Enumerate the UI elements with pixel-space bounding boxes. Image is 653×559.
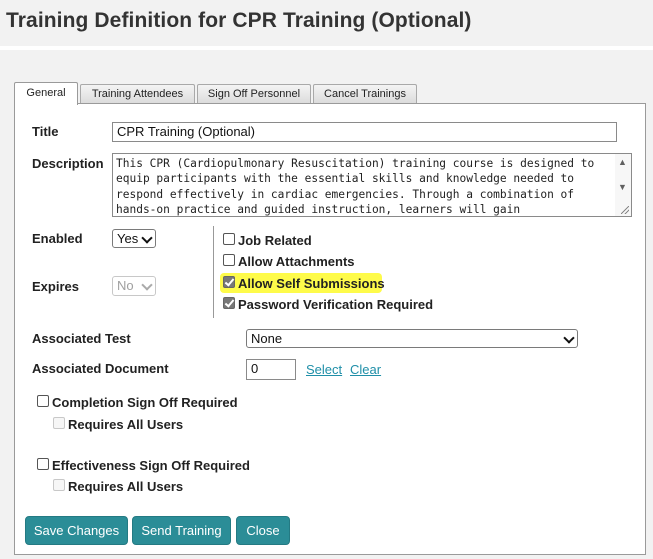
vertical-divider: [213, 226, 214, 318]
resize-grip-icon[interactable]: [621, 206, 629, 214]
effectiveness-requires-all-label: Requires All Users: [68, 479, 184, 494]
effectiveness-signoff-label: Effectiveness Sign Off Required: [52, 458, 250, 473]
enabled-select[interactable]: Yes: [112, 229, 156, 248]
expires-label: Expires: [32, 279, 79, 294]
clear-link[interactable]: Clear: [350, 362, 381, 377]
associated-document-label: Associated Document: [32, 361, 169, 376]
allow-attachments-checkbox[interactable]: [223, 254, 235, 266]
close-button[interactable]: Close: [236, 516, 290, 545]
description-text: This CPR (Cardiopulmonary Resuscitation)…: [116, 157, 595, 217]
effectiveness-requires-all-checkbox[interactable]: [53, 479, 65, 491]
arrow-up-icon[interactable]: ▲: [618, 157, 627, 167]
enabled-select-value: Yes: [117, 231, 139, 246]
title-input[interactable]: CPR Training (Optional): [112, 122, 617, 142]
title-input-value: CPR Training (Optional): [117, 124, 255, 139]
title-divider: [0, 46, 653, 50]
completion-requires-all-label: Requires All Users: [68, 417, 184, 432]
job-related-checkbox[interactable]: [223, 233, 235, 245]
password-verification-checkbox[interactable]: [223, 297, 235, 309]
tab-training-attendees[interactable]: Training Attendees: [80, 84, 195, 103]
completion-signoff-checkbox[interactable]: [37, 395, 49, 407]
associated-test-value: None: [251, 331, 283, 346]
arrow-down-icon[interactable]: ▼: [618, 182, 627, 192]
completion-requires-all-checkbox[interactable]: [53, 417, 65, 429]
job-related-label: Job Related: [238, 233, 312, 248]
tab-general[interactable]: General: [14, 82, 78, 105]
chevron-down-icon: [141, 279, 153, 291]
description-textarea[interactable]: This CPR (Cardiopulmonary Resuscitation)…: [112, 153, 632, 217]
password-verification-label: Password Verification Required: [238, 297, 434, 312]
associated-test-select[interactable]: None: [246, 329, 578, 348]
associated-document-value: 0: [251, 361, 259, 376]
enabled-label: Enabled: [32, 231, 83, 246]
description-label: Description: [32, 156, 104, 171]
select-link[interactable]: Select: [306, 362, 342, 377]
chevron-down-icon: [563, 332, 575, 344]
expires-select-value: No: [117, 278, 134, 293]
tab-sign-off-personnel[interactable]: Sign Off Personnel: [197, 84, 311, 103]
tab-cancel-trainings[interactable]: Cancel Trainings: [313, 84, 417, 103]
allow-self-submissions-label: Allow Self Submissions: [238, 276, 385, 291]
page-title: Training Definition for CPR Training (Op…: [6, 9, 472, 32]
chevron-down-icon: [141, 232, 153, 244]
allow-attachments-label: Allow Attachments: [238, 254, 355, 269]
effectiveness-signoff-checkbox[interactable]: [37, 458, 49, 470]
completion-signoff-label: Completion Sign Off Required: [52, 395, 238, 410]
title-label: Title: [32, 124, 59, 139]
send-training-button[interactable]: Send Training: [132, 516, 231, 545]
associated-test-label: Associated Test: [32, 331, 131, 346]
associated-document-input[interactable]: 0: [246, 359, 296, 380]
expires-select[interactable]: No: [112, 276, 156, 296]
save-changes-button[interactable]: Save Changes: [25, 516, 128, 545]
allow-self-submissions-checkbox[interactable]: [223, 276, 235, 288]
